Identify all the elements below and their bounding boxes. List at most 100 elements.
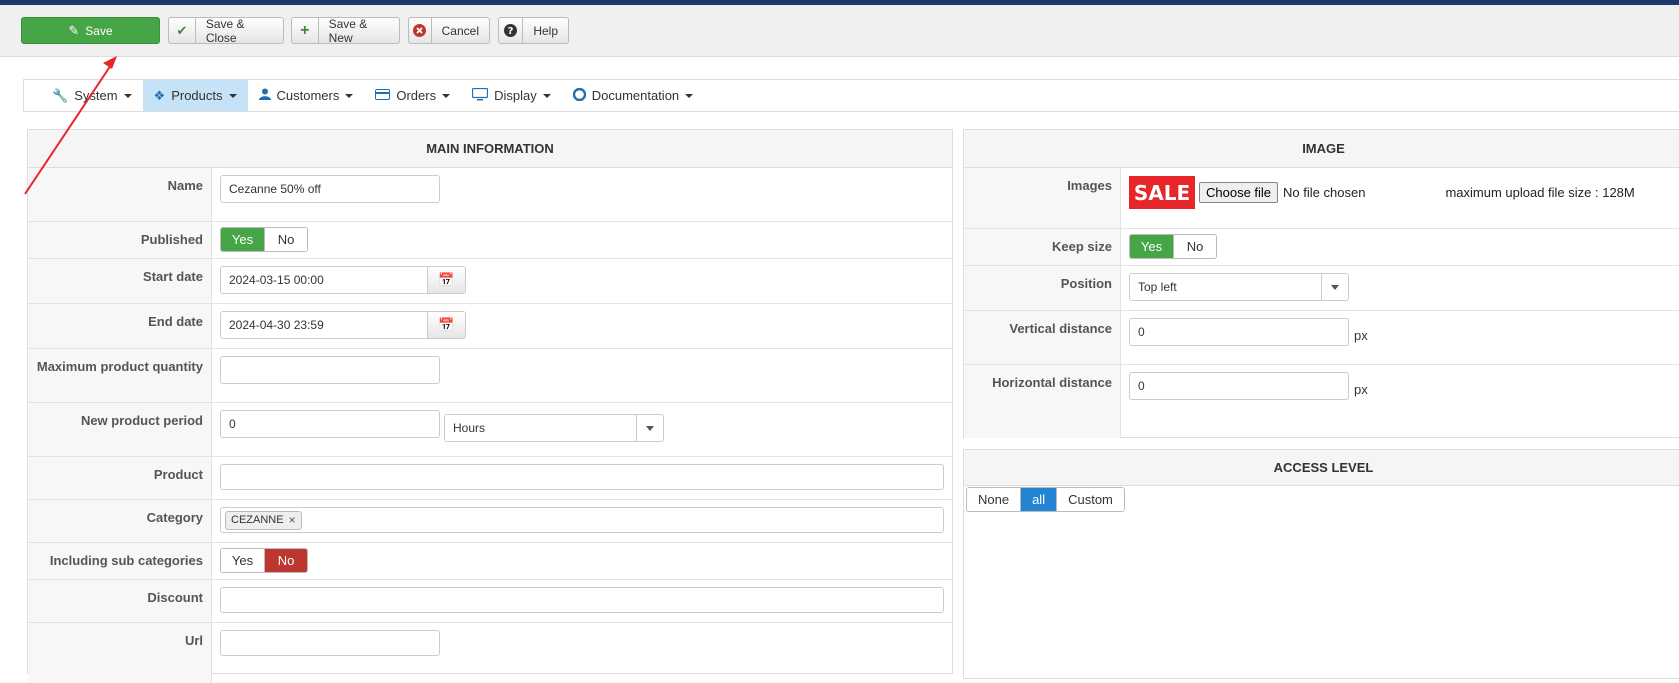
- vertical-distance-label: Vertical distance: [964, 311, 1121, 364]
- chevron-down-icon: [123, 93, 132, 98]
- published-yes[interactable]: Yes: [221, 228, 264, 251]
- menu-documentation[interactable]: Documentation: [562, 80, 704, 111]
- new-period-input[interactable]: 0: [220, 410, 440, 438]
- cancel-label: Cancel: [441, 23, 479, 38]
- menu-products[interactable]: ❖ Products: [142, 80, 248, 111]
- start-date-input[interactable]: 2024-03-15 00:00: [221, 267, 427, 293]
- main-information-title: MAIN INFORMATION: [28, 130, 952, 168]
- cancel-button[interactable]: Cancel: [408, 17, 490, 44]
- chevron-down-icon: [636, 415, 663, 441]
- discount-input[interactable]: [220, 587, 944, 613]
- start-date-field: 2024-03-15 00:00 📅: [220, 266, 466, 294]
- keep-size-row: Keep size Yes No: [964, 229, 1679, 266]
- vertical-distance-unit: px: [1354, 328, 1368, 343]
- close-icon[interactable]: ×: [289, 513, 296, 527]
- access-all-option[interactable]: all: [1020, 488, 1057, 511]
- url-label: Url: [28, 623, 212, 683]
- save-new-label: Save & New: [328, 16, 368, 45]
- check-icon: ✔: [169, 18, 196, 43]
- name-input[interactable]: Cezanne 50% off: [220, 175, 440, 203]
- cubes-icon: ❖: [153, 87, 166, 103]
- toolbar: ✎ Save ✔ Save & Close + Save & New Cance…: [0, 5, 1679, 57]
- images-label: Images: [964, 168, 1121, 228]
- chevron-down-icon: [345, 93, 354, 98]
- product-row: Product: [28, 457, 952, 500]
- main-menu: 🔧 System ❖ Products Customers Orders Dis…: [23, 79, 1679, 112]
- category-input[interactable]: CEZANNE ×: [220, 507, 944, 533]
- sub-categories-no[interactable]: No: [264, 549, 307, 572]
- horizontal-distance-unit: px: [1354, 382, 1368, 397]
- chevron-down-icon: [542, 93, 551, 98]
- published-label: Published: [28, 222, 212, 258]
- position-select[interactable]: Top left: [1129, 273, 1349, 301]
- image-title: IMAGE: [964, 130, 1679, 168]
- max-upload-size: maximum upload file size : 128M: [1445, 185, 1635, 200]
- menu-system[interactable]: 🔧 System: [24, 80, 143, 111]
- svg-text:?: ?: [508, 26, 514, 37]
- menu-customers-label: Customers: [276, 88, 340, 103]
- product-input[interactable]: [220, 464, 944, 490]
- end-date-calendar-button[interactable]: 📅: [427, 312, 465, 338]
- calendar-icon: 📅: [438, 317, 455, 332]
- category-tag: CEZANNE ×: [225, 510, 302, 530]
- product-label: Product: [28, 457, 212, 499]
- sub-categories-yes[interactable]: Yes: [221, 549, 264, 572]
- discount-label: Discount: [28, 580, 212, 622]
- vertical-distance-row: Vertical distance 0 px: [964, 311, 1679, 365]
- save-new-button[interactable]: + Save & New: [291, 16, 400, 45]
- end-date-label: End date: [28, 304, 212, 348]
- save-button[interactable]: ✎ Save: [21, 17, 160, 44]
- question-circle-icon: ?: [499, 18, 524, 43]
- sale-badge-text: SALE: [1133, 180, 1191, 205]
- menu-display[interactable]: Display: [461, 80, 562, 111]
- menu-display-label: Display: [494, 88, 537, 103]
- horizontal-distance-label: Horizontal distance: [964, 365, 1121, 438]
- horizontal-distance-input[interactable]: 0: [1129, 372, 1349, 400]
- url-input[interactable]: [220, 630, 440, 656]
- credit-card-icon: [375, 88, 391, 103]
- start-date-label: Start date: [28, 259, 212, 303]
- access-none-option[interactable]: None: [967, 488, 1021, 511]
- category-row: Category CEZANNE ×: [28, 500, 952, 543]
- published-toggle: Yes No: [220, 227, 308, 252]
- access-level-panel: ACCESS LEVEL None all Custom: [963, 449, 1679, 679]
- keep-size-yes[interactable]: Yes: [1130, 235, 1173, 258]
- menu-orders-label: Orders: [396, 88, 437, 103]
- new-period-row: New product period 0 Hours: [28, 403, 952, 457]
- calendar-icon: 📅: [438, 272, 455, 287]
- chevron-down-icon: [442, 93, 451, 98]
- plus-icon: +: [292, 18, 319, 43]
- vertical-distance-input[interactable]: 0: [1129, 318, 1349, 346]
- published-no[interactable]: No: [264, 228, 307, 251]
- new-period-unit-select[interactable]: Hours: [444, 414, 664, 442]
- save-close-label: Save & Close: [205, 16, 245, 45]
- menu-system-label: System: [74, 88, 118, 103]
- image-panel: IMAGE Images SALE Choose file No file ch…: [963, 129, 1679, 438]
- start-date-calendar-button[interactable]: 📅: [427, 267, 465, 293]
- access-level-title: ACCESS LEVEL: [964, 450, 1679, 486]
- save-close-button[interactable]: ✔ Save & Close: [168, 16, 284, 45]
- max-quantity-input[interactable]: [220, 356, 440, 384]
- url-row: Url: [28, 623, 952, 683]
- menu-documentation-label: Documentation: [591, 88, 680, 103]
- menu-customers[interactable]: Customers: [248, 80, 365, 111]
- position-label: Position: [964, 266, 1121, 310]
- edit-icon: ✎: [68, 22, 80, 38]
- name-label: Name: [28, 168, 212, 221]
- user-icon: [258, 88, 271, 103]
- chevron-down-icon: [228, 93, 237, 98]
- menu-orders[interactable]: Orders: [364, 80, 461, 111]
- access-custom-option[interactable]: Custom: [1056, 488, 1124, 511]
- keep-size-no[interactable]: No: [1173, 235, 1216, 258]
- position-row: Position Top left: [964, 266, 1679, 311]
- help-label: Help: [533, 23, 558, 38]
- chevron-down-icon: [1321, 274, 1348, 300]
- max-quantity-row: Maximum product quantity: [28, 349, 952, 403]
- help-button[interactable]: ? Help: [498, 17, 569, 44]
- wrench-icon: 🔧: [52, 87, 69, 103]
- end-date-input[interactable]: 2024-04-30 23:59: [221, 312, 427, 338]
- menu-products-label: Products: [171, 88, 223, 103]
- max-quantity-label: Maximum product quantity: [28, 349, 212, 402]
- sub-categories-row: Including sub categories Yes No: [28, 543, 952, 580]
- choose-file-button[interactable]: Choose file: [1199, 182, 1279, 203]
